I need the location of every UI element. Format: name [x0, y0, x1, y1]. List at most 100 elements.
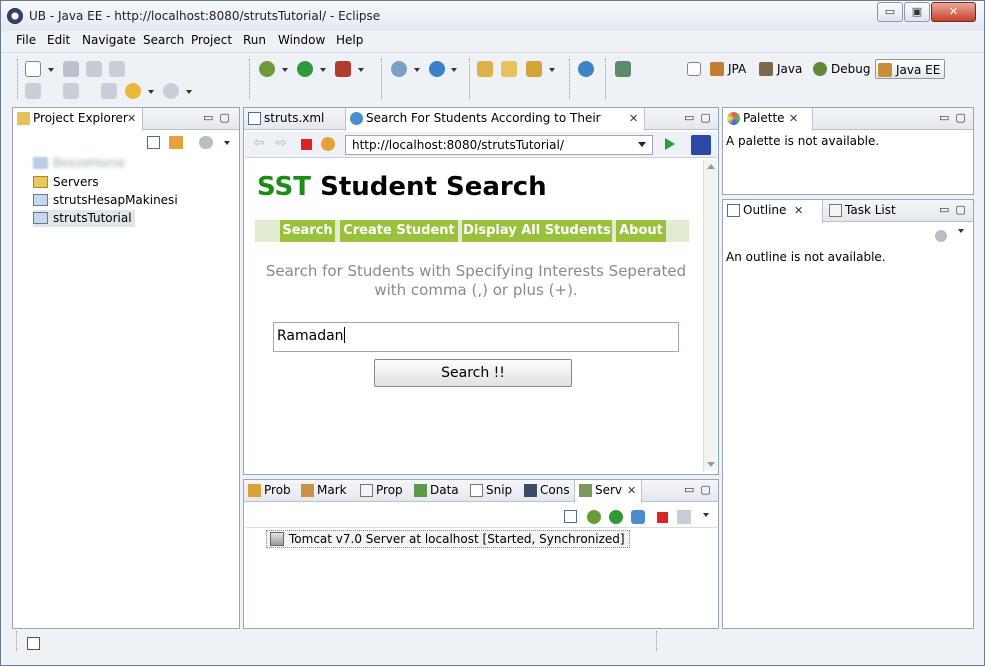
- properties-icon: [360, 484, 373, 497]
- tab-browser-search[interactable]: Search For Students According to Their I…: [345, 108, 645, 146]
- close-button[interactable]: ✕: [931, 2, 976, 22]
- tab-palette[interactable]: Palette ✕: [723, 108, 813, 131]
- interests-search-input[interactable]: Ramadan: [273, 322, 679, 352]
- back-icon[interactable]: ⇦: [253, 135, 265, 151]
- menu-file[interactable]: File: [16, 33, 36, 47]
- address-bar[interactable]: http://localhost:8080/strutsTutorial/: [345, 135, 653, 155]
- save-icon[interactable]: [63, 61, 79, 77]
- debug-server-icon[interactable]: [587, 510, 601, 524]
- menu-navigate[interactable]: Navigate: [82, 33, 136, 47]
- collapse-all-icon[interactable]: [147, 136, 160, 149]
- maximize-button[interactable]: ▣: [904, 2, 930, 22]
- server-tomcat-row[interactable]: Tomcat v7.0 Server at localhost [Started…: [266, 530, 630, 548]
- outline-minimize-maximize-icon[interactable]: ▭▢: [939, 203, 972, 216]
- page-scrollbar[interactable]: [703, 160, 717, 471]
- fast-view-icon[interactable]: [27, 637, 40, 650]
- tab-snippets[interactable]: Snip: [466, 480, 516, 502]
- javaee-perspective-icon: [878, 63, 892, 77]
- new-class-icon[interactable]: [429, 61, 445, 77]
- nav-about[interactable]: About: [616, 220, 666, 242]
- stop-server-icon[interactable]: [657, 512, 668, 523]
- menu-help[interactable]: Help: [336, 33, 363, 47]
- go-icon[interactable]: [665, 138, 675, 150]
- eclipse-icon: [7, 8, 23, 24]
- new-icon[interactable]: [25, 61, 41, 77]
- tab-outline[interactable]: Outline ✕: [723, 200, 823, 223]
- search-flashlight-icon[interactable]: [526, 61, 542, 77]
- nav-search[interactable]: Search: [280, 220, 335, 242]
- open-browser-icon[interactable]: [578, 61, 594, 77]
- print-icon[interactable]: [109, 61, 125, 77]
- window-title: UB - Java EE - http://localhost:8080/str…: [29, 9, 381, 23]
- project-explorer-panel: Project Explorer ✕ ▭▢ BeezeHome Servers …: [12, 107, 240, 629]
- view-menu-icon[interactable]: [199, 136, 213, 149]
- prev-annotation-icon[interactable]: [63, 83, 79, 99]
- tab-console[interactable]: Cons: [520, 480, 570, 502]
- debug-icon[interactable]: [259, 61, 275, 77]
- tab-data[interactable]: Data: [410, 480, 464, 502]
- open-perspective-icon[interactable]: [687, 62, 701, 76]
- outline-message: An outline is not available.: [726, 250, 886, 264]
- perspective-jpa[interactable]: JPA: [708, 59, 746, 79]
- collapse-all-icon[interactable]: [564, 510, 577, 523]
- open-folder-icon[interactable]: [501, 61, 517, 77]
- forward-arrow-icon[interactable]: [163, 83, 179, 99]
- eclipse-browser-icon: [691, 135, 711, 155]
- menu-run[interactable]: Run: [243, 33, 266, 47]
- editor-minimize-maximize-icon[interactable]: ▭▢: [684, 111, 717, 124]
- menu-project[interactable]: Project: [191, 33, 232, 47]
- back-arrow-icon[interactable]: [125, 83, 141, 99]
- last-edit-icon[interactable]: [101, 83, 117, 99]
- tab-markers[interactable]: Mark: [297, 480, 352, 502]
- tab-struts-xml[interactable]: struts.xml: [244, 108, 344, 130]
- perspective-javaee[interactable]: Java EE: [875, 59, 946, 79]
- run-icon[interactable]: [297, 61, 313, 77]
- menu-edit[interactable]: Edit: [47, 33, 70, 47]
- nav-display-all-students[interactable]: Display All Students: [462, 220, 612, 242]
- java-perspective-icon: [759, 62, 773, 76]
- close-tab-icon[interactable]: ✕: [627, 480, 636, 501]
- close-tab-icon[interactable]: ✕: [127, 108, 136, 129]
- close-tab-icon[interactable]: ✕: [789, 108, 798, 129]
- minimize-button[interactable]: ▭: [877, 2, 903, 22]
- address-dropdown-icon[interactable]: [638, 142, 646, 147]
- search-button[interactable]: Search !!: [374, 359, 572, 387]
- forward-icon[interactable]: ⇨: [275, 135, 287, 151]
- perspective-debug[interactable]: Debug: [811, 59, 870, 79]
- forward-dropdown-icon[interactable]: [186, 90, 192, 94]
- tree-item-strutshesapmakinesi[interactable]: strutsHesapMakinesi: [33, 192, 178, 209]
- tree-item-servers[interactable]: Servers: [33, 174, 99, 191]
- next-annotation-icon[interactable]: [25, 83, 41, 99]
- stop-icon[interactable]: [301, 139, 312, 150]
- link-with-editor-icon[interactable]: [169, 136, 183, 149]
- tab-properties[interactable]: Prop: [356, 480, 408, 502]
- tab-project-explorer[interactable]: Project Explorer ✕: [13, 108, 143, 131]
- project-icon: [33, 157, 48, 169]
- menu-window[interactable]: Window: [278, 33, 325, 47]
- perspective-java[interactable]: Java: [757, 59, 802, 79]
- close-tab-icon[interactable]: ✕: [794, 200, 803, 221]
- new-server-icon[interactable]: [391, 61, 407, 77]
- tab-problems[interactable]: Prob: [244, 480, 296, 502]
- tree-item-strutstutorial[interactable]: strutsTutorial: [33, 210, 135, 227]
- menu-search[interactable]: Search: [143, 33, 184, 47]
- external-tools-icon[interactable]: [335, 61, 351, 77]
- open-type-icon[interactable]: [477, 61, 493, 77]
- servers-minimize-maximize-icon[interactable]: ▭▢: [684, 483, 717, 496]
- tree-item-beezehome[interactable]: BeezeHome: [33, 155, 125, 172]
- palette-minimize-maximize-icon[interactable]: ▭▢: [939, 111, 972, 124]
- new-dropdown-icon[interactable]: [48, 68, 54, 72]
- tab-task-list[interactable]: Task List: [825, 200, 901, 222]
- mylyn-icon[interactable]: [615, 61, 631, 77]
- back-dropdown-icon[interactable]: [148, 90, 154, 94]
- start-server-icon[interactable]: [609, 510, 623, 524]
- save-all-icon[interactable]: [86, 61, 102, 77]
- refresh-icon[interactable]: [321, 137, 335, 151]
- publish-icon[interactable]: [677, 510, 691, 524]
- view-minimize-maximize-icon[interactable]: ▭▢: [203, 111, 236, 124]
- view-menu-icon[interactable]: [935, 230, 947, 242]
- tab-servers[interactable]: Serv ✕: [574, 480, 642, 503]
- profile-server-icon[interactable]: [631, 510, 645, 524]
- nav-create-student[interactable]: Create Student: [340, 220, 458, 242]
- close-tab-icon[interactable]: ✕: [629, 108, 638, 129]
